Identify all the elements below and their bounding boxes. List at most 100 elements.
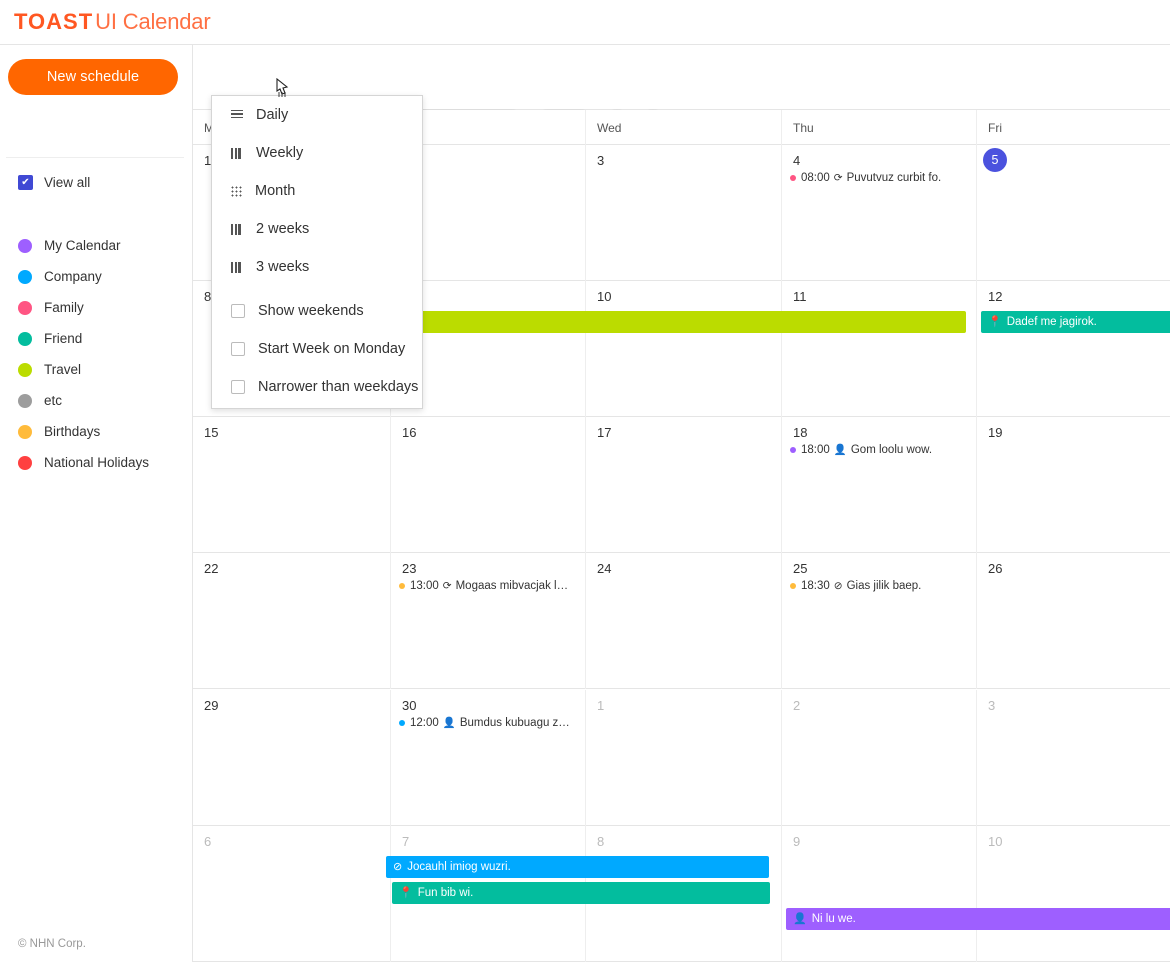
day-number: 10 bbox=[988, 834, 1003, 849]
day-number: 26 bbox=[988, 561, 1003, 576]
day-cell[interactable]: 5 bbox=[976, 145, 1170, 281]
day-cell[interactable]: 29 bbox=[193, 690, 390, 826]
day-number: 11 bbox=[793, 289, 807, 304]
dropdown-item-weekly[interactable]: Weekly bbox=[212, 134, 422, 172]
calendar-list-item[interactable]: My Calendar bbox=[18, 230, 188, 261]
user-icon: 👤 bbox=[442, 716, 456, 729]
day-cell[interactable]: 9 bbox=[781, 826, 976, 962]
day-cell[interactable]: 3 bbox=[585, 145, 781, 281]
day-number: 10 bbox=[597, 289, 612, 304]
calendar-list: My Calendar Company Family Friend Travel etc B… bbox=[18, 230, 188, 478]
day-of-week-thu: Thu bbox=[781, 110, 976, 145]
dropdown-item-label: Weekly bbox=[256, 145, 304, 161]
schedule-time-item[interactable]: 18:30 ⊘ Gias jilik baep. bbox=[790, 577, 971, 595]
view-all-toggle[interactable]: View all bbox=[18, 175, 90, 190]
dropdown-item-narrower-than-weekdays[interactable]: Narrower than weekdays bbox=[212, 368, 422, 406]
calendar-name-label: Birthdays bbox=[44, 424, 101, 439]
dropdown-item-2-weeks[interactable]: 2 weeks bbox=[212, 210, 422, 248]
day-cell[interactable]: 17 bbox=[585, 417, 781, 553]
day-number: 29 bbox=[204, 698, 219, 713]
day-cell[interactable]: 2 bbox=[781, 690, 976, 826]
dropdown-item-daily[interactable]: Daily bbox=[212, 96, 422, 134]
schedule-allday-bar[interactable]: 👤 bbox=[386, 311, 966, 333]
day-cell[interactable]: 16 bbox=[390, 417, 585, 553]
calendar-list-item[interactable]: Travel bbox=[18, 354, 188, 385]
schedule-time-item[interactable]: 12:00 👤 Bumdus kubuagu z… bbox=[399, 714, 580, 732]
checkbox-icon[interactable] bbox=[231, 380, 245, 394]
dropdown-item-label: 2 weeks bbox=[256, 221, 310, 237]
day-cell[interactable]: 23 bbox=[390, 553, 585, 689]
schedule-title: Puvutvuz curbit fo. bbox=[846, 172, 942, 184]
day-number: 17 bbox=[597, 425, 612, 440]
brand-bar: TOAST UI Calendar bbox=[0, 0, 1170, 45]
day-number: 3 bbox=[597, 153, 605, 168]
schedule-color-bullet bbox=[790, 175, 796, 181]
schedule-time: 18:00 bbox=[801, 444, 830, 456]
day-cell[interactable]: 6 bbox=[193, 826, 390, 962]
week-row: 29 30 1 2 3 bbox=[193, 690, 1170, 826]
dropdown-item-show-weekends[interactable]: Show weekends bbox=[212, 292, 422, 330]
day-cell[interactable]: 11 bbox=[781, 281, 976, 417]
view-all-label: View all bbox=[44, 175, 91, 190]
day-cell[interactable]: 12 bbox=[976, 281, 1170, 417]
bars-vertical-icon bbox=[231, 261, 243, 273]
day-number: 22 bbox=[204, 561, 219, 576]
calendar-color-dot bbox=[18, 424, 32, 439]
user-icon: 👤 bbox=[833, 443, 847, 456]
bars-horizontal-icon bbox=[231, 109, 243, 121]
schedule-time-item[interactable]: 08:00 ⟳ Puvutvuz curbit fo. bbox=[790, 169, 971, 187]
day-number: 12 bbox=[988, 289, 1003, 304]
bars-vertical-icon bbox=[231, 147, 243, 159]
checkbox-checked-icon[interactable] bbox=[18, 175, 33, 190]
calendar-name-label: Friend bbox=[44, 331, 83, 346]
schedule-title: Dadef me jagirok. bbox=[1006, 316, 1097, 328]
dropdown-item-3-weeks[interactable]: 3 weeks bbox=[212, 248, 422, 286]
schedule-allday-bar[interactable]: 📍 Dadef me jagirok. bbox=[981, 311, 1170, 333]
day-cell[interactable]: 19 bbox=[976, 417, 1170, 553]
day-number: 25 bbox=[793, 561, 808, 576]
day-cell[interactable]: 10 bbox=[585, 281, 781, 417]
prohibit-icon: ⊘ bbox=[393, 860, 403, 873]
day-cell[interactable]: 24 bbox=[585, 553, 781, 689]
day-number: 4 bbox=[793, 153, 801, 168]
day-cell[interactable]: 3 bbox=[976, 690, 1170, 826]
calendar-list-item[interactable]: National Holidays bbox=[18, 447, 188, 478]
day-cell[interactable]: 22 bbox=[193, 553, 390, 689]
app-logo: TOAST UI Calendar bbox=[14, 9, 211, 35]
view-type-dropdown-menu[interactable]: Daily Weekly Month 2 weeks 3 weeks Show weeke… bbox=[211, 95, 423, 409]
schedule-title: Bumdus kubuagu z… bbox=[459, 717, 570, 729]
schedule-time-item[interactable]: 18:00 👤 Gom loolu wow. bbox=[790, 441, 971, 459]
calendar-list-item[interactable]: Family bbox=[18, 292, 188, 323]
schedule-allday-bar[interactable]: 👤 Ni lu we. bbox=[786, 908, 1170, 930]
calendar-name-label: National Holidays bbox=[44, 455, 150, 470]
day-cell[interactable]: 30 bbox=[390, 690, 585, 826]
checkbox-icon[interactable] bbox=[231, 304, 245, 318]
new-schedule-button[interactable]: New schedule bbox=[8, 59, 178, 95]
location-icon: 📍 bbox=[988, 315, 1002, 328]
dropdown-item-start-week-on-monday[interactable]: Start Week on Monday bbox=[212, 330, 422, 368]
day-cell[interactable]: 10 bbox=[976, 826, 1170, 962]
calendar-color-dot bbox=[18, 393, 32, 408]
calendar-list-item[interactable]: Birthdays bbox=[18, 416, 188, 447]
day-cell[interactable]: 15 bbox=[193, 417, 390, 553]
schedule-allday-bar[interactable]: ⊘ Jocauhl imiog wuzri. bbox=[386, 856, 769, 878]
day-cell[interactable]: 18 bbox=[781, 417, 976, 553]
week-row: 15 16 17 18 19 bbox=[193, 417, 1170, 553]
schedule-time-item[interactable]: 13:00 ⟳ Mogaas mibvacjak l… bbox=[399, 577, 580, 595]
calendar-list-item[interactable]: Friend bbox=[18, 323, 188, 354]
schedule-allday-bar[interactable]: 📍 Fun bib wi. bbox=[392, 882, 770, 904]
day-number: 3 bbox=[988, 698, 996, 713]
day-cell[interactable]: 26 bbox=[976, 553, 1170, 689]
logo-toast-text: TOAST bbox=[14, 9, 94, 34]
day-cell[interactable]: 1 bbox=[585, 690, 781, 826]
checkbox-icon[interactable] bbox=[231, 342, 245, 356]
day-cell[interactable]: 4 bbox=[781, 145, 976, 281]
calendar-list-item[interactable]: etc bbox=[18, 385, 188, 416]
calendar-color-dot bbox=[18, 362, 32, 377]
calendar-list-item[interactable]: Company bbox=[18, 261, 188, 292]
day-cell[interactable]: 25 bbox=[781, 553, 976, 689]
dropdown-item-month[interactable]: Month bbox=[212, 172, 422, 210]
schedule-title: Ni lu we. bbox=[811, 913, 856, 925]
schedule-title: Gom loolu wow. bbox=[850, 444, 933, 456]
dropdown-item-label: Start Week on Monday bbox=[258, 341, 406, 357]
